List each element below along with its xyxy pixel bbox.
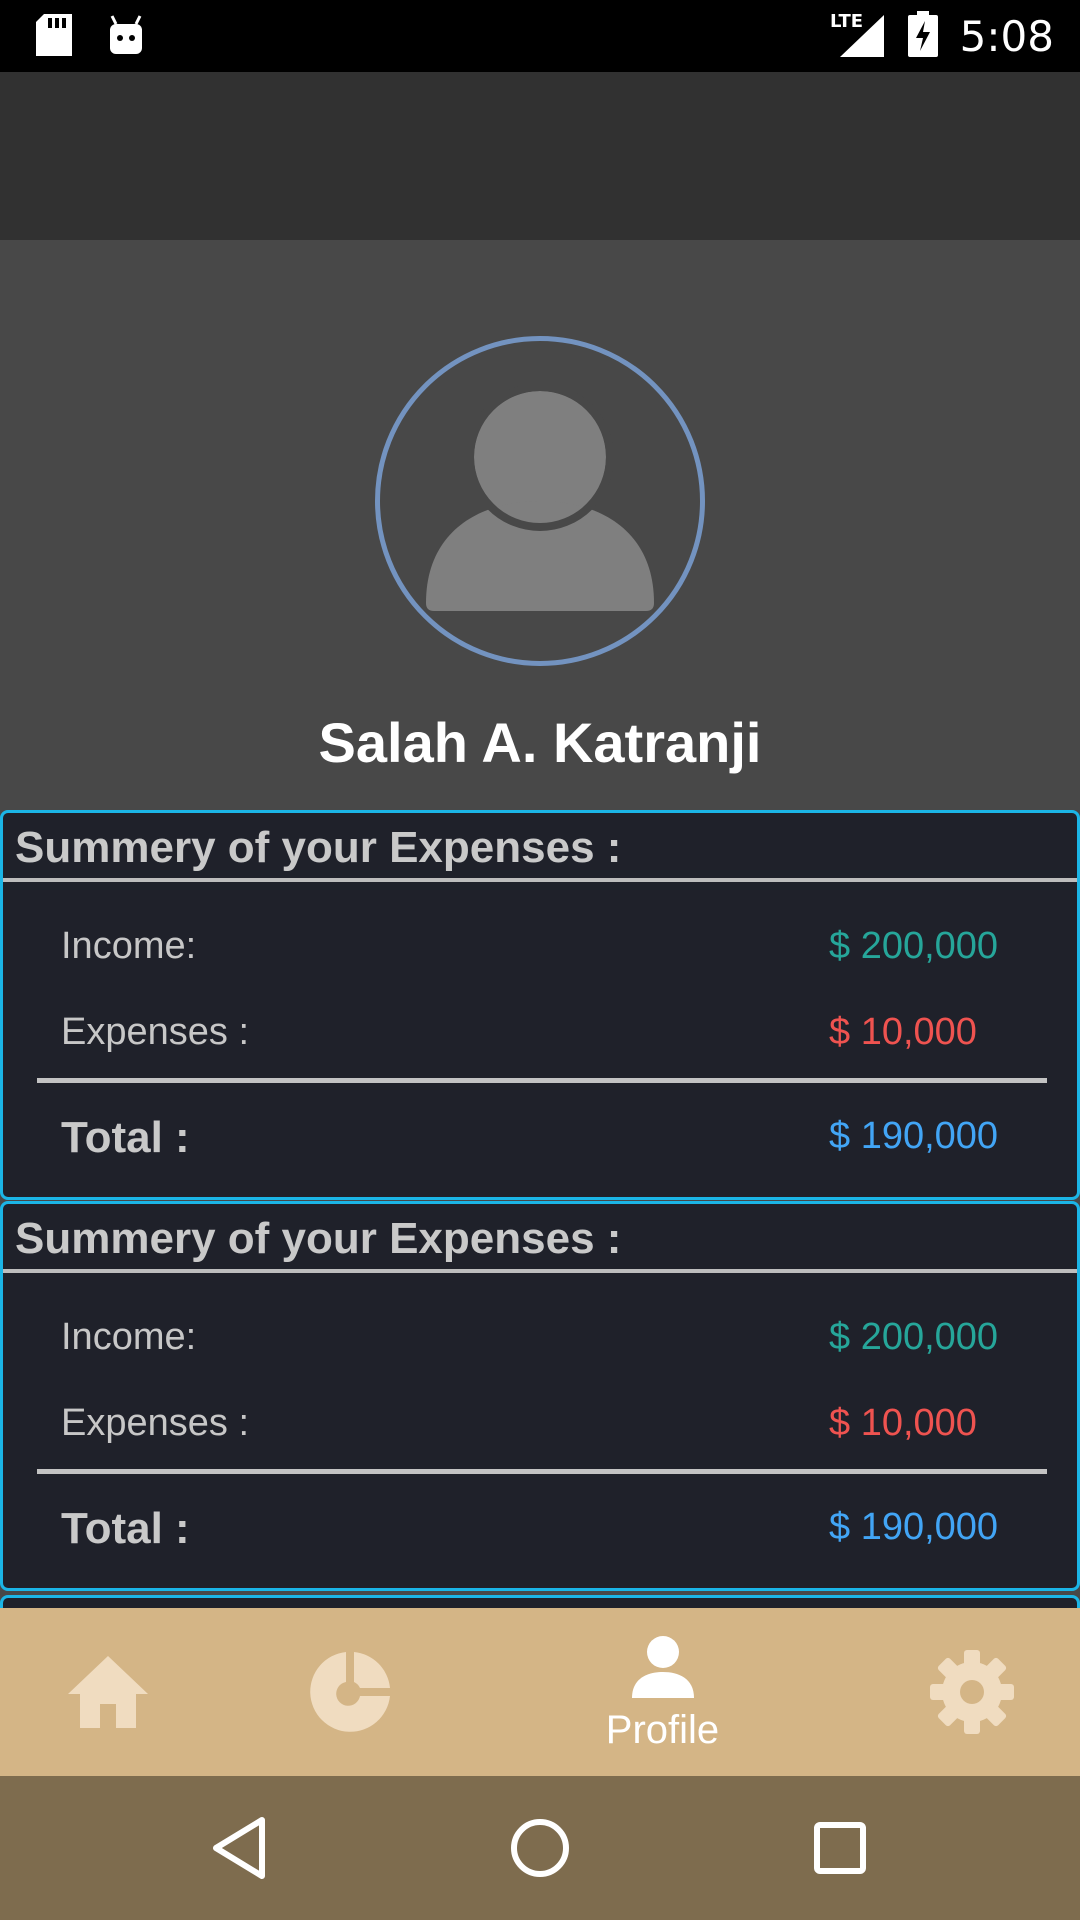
svg-text:LTE: LTE [830, 11, 863, 32]
divider [37, 1078, 1047, 1083]
status-time: 5:08 [959, 11, 1054, 61]
status-bar: LTE 5:08 [0, 0, 1080, 72]
avatar[interactable] [375, 336, 705, 666]
user-name: Salah A. Katranji [318, 711, 762, 774]
back-button[interactable] [204, 1812, 276, 1884]
income-label: Income: [61, 925, 197, 967]
profile-icon [631, 1635, 694, 1698]
person-placeholder-icon [426, 383, 654, 611]
recents-button[interactable] [804, 1812, 876, 1884]
expense-summary-card: Summery of your Expenses : Income: $ 200… [0, 810, 1080, 1200]
divider [37, 1469, 1047, 1474]
home-circle-icon [511, 1819, 569, 1877]
system-navigation-bar [0, 1776, 1080, 1920]
battery-charging-icon [907, 10, 938, 62]
divider [3, 878, 1077, 882]
income-label: Income: [61, 1316, 197, 1358]
nav-home[interactable] [48, 1608, 168, 1776]
card-title: Summery of your Expenses : [15, 823, 622, 872]
total-label: Total : [61, 1113, 190, 1162]
app-toolbar [0, 72, 1080, 240]
expenses-value: $ 10,000 [829, 1011, 977, 1053]
divider [3, 1269, 1077, 1273]
back-icon [213, 1817, 265, 1879]
total-value: $ 190,000 [829, 1115, 999, 1157]
bottom-navigation: Profile [0, 1608, 1080, 1776]
home-icon [68, 1656, 148, 1728]
settings-gear-icon [930, 1650, 1014, 1734]
android-debug-icon [108, 14, 144, 61]
expenses-value: $ 10,000 [829, 1402, 977, 1444]
summary-list[interactable]: Summery of your Expenses : Income: $ 200… [0, 810, 1080, 1608]
total-label: Total : [61, 1504, 190, 1553]
nav-profile-label: Profile [605, 1707, 720, 1752]
lte-signal-icon: LTE [830, 11, 886, 62]
total-value: $ 190,000 [829, 1506, 999, 1548]
home-button[interactable] [504, 1812, 576, 1884]
income-value: $ 200,000 [829, 925, 999, 967]
sd-card-icon [36, 14, 72, 61]
expense-summary-card: Summery of your Expenses : Income: $ 200… [0, 1201, 1080, 1591]
expenses-label: Expenses : [61, 1402, 249, 1444]
nav-profile[interactable]: Profile [580, 1608, 745, 1776]
nav-chart[interactable] [290, 1608, 410, 1776]
income-value: $ 200,000 [829, 1316, 999, 1358]
recents-icon [814, 1822, 866, 1874]
profile-header: Salah A. Katranji [0, 240, 1080, 810]
nav-settings[interactable] [912, 1608, 1032, 1776]
card-title: Summery of your Expenses : [15, 1214, 622, 1263]
expense-summary-card-partial [0, 1595, 1080, 1608]
pie-chart-icon [310, 1652, 390, 1732]
expenses-label: Expenses : [61, 1011, 249, 1053]
